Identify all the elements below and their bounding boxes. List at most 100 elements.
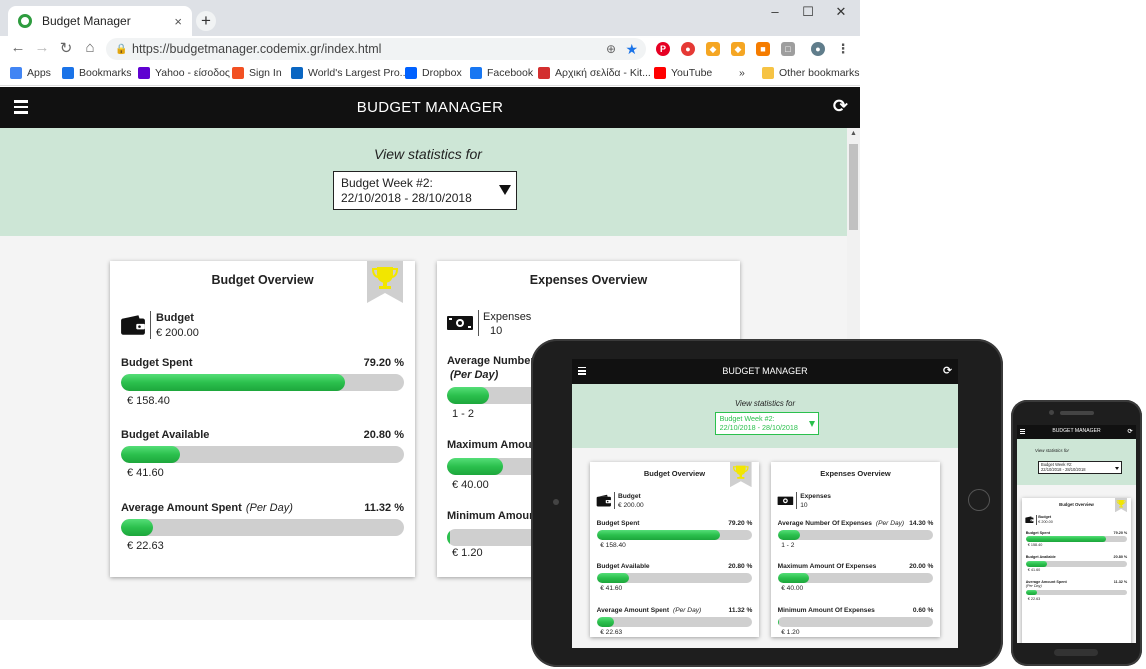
zoom-icon[interactable]: ⊕ bbox=[606, 38, 616, 60]
new-tab-button[interactable]: + bbox=[196, 11, 216, 31]
progress-fill bbox=[1025, 560, 1047, 567]
metric-header: Minimum Amount Of Expenses 0.60 % bbox=[778, 607, 934, 614]
bookmark-item[interactable]: Dropbox bbox=[405, 67, 462, 79]
browser-tab[interactable]: Budget Manager × bbox=[8, 6, 192, 36]
minimize-button[interactable]: – bbox=[765, 4, 785, 19]
refresh-icon[interactable]: ⟳ bbox=[943, 364, 952, 377]
summary: Budget € 200.00 bbox=[120, 311, 199, 341]
progress-fill bbox=[596, 616, 615, 627]
progress-fill bbox=[121, 519, 154, 536]
profile-avatar-icon[interactable]: ● bbox=[811, 42, 825, 56]
app-header: BUDGET MANAGER ⟳ bbox=[1017, 425, 1136, 439]
budget-overview-card: Budget Overview Budget € 200.00 Budget Spen… bbox=[110, 261, 415, 577]
metric-label-text: Budget Spent bbox=[1025, 530, 1051, 535]
metric-value: 1 - 2 bbox=[452, 408, 475, 420]
metric-label: Average Amount Spent (Per Day) bbox=[597, 607, 702, 614]
refresh-icon[interactable]: ⟳ bbox=[833, 96, 848, 117]
bookmark-item[interactable]: World's Largest Pro... bbox=[291, 67, 408, 79]
summary-label: Expenses bbox=[800, 493, 831, 500]
metric-percent: 79.20 % bbox=[363, 357, 404, 369]
progress-bar bbox=[777, 529, 934, 540]
metric-label: Budget Available bbox=[1026, 555, 1056, 559]
stats-label: View statistics for bbox=[374, 146, 482, 162]
bookmark-item[interactable]: Sign In bbox=[232, 67, 282, 79]
other-bookmarks[interactable]: Other bookmarks bbox=[762, 67, 860, 79]
refresh-icon[interactable]: ⟳ bbox=[1127, 428, 1132, 435]
metric-label-partial: Average Number bbox=[447, 355, 535, 367]
trophy-badge bbox=[367, 261, 403, 303]
select-line-1: Budget Week #2: bbox=[341, 176, 433, 190]
tab-close-icon[interactable]: × bbox=[174, 14, 182, 29]
select-line-2: 22/10/2018 - 28/10/2018 bbox=[341, 190, 472, 205]
metric-label-text: Maximum Amount Of Expenses bbox=[777, 562, 877, 570]
scrollbar-thumb[interactable] bbox=[849, 144, 858, 230]
bookmark-label: Dropbox bbox=[422, 67, 462, 79]
bookmark-item[interactable]: Apps bbox=[10, 67, 51, 79]
budget-overview-card: Budget Overview Budget € 200.00 Budget Spen… bbox=[1022, 498, 1131, 643]
scroll-up-arrow-icon[interactable]: ▲ bbox=[850, 130, 857, 137]
metric-value: € 22.63 bbox=[127, 540, 164, 552]
wallet-icon bbox=[121, 315, 145, 335]
back-arrow-icon[interactable]: ← bbox=[8, 39, 28, 56]
metric-label: Maximum Amount Of Expenses bbox=[778, 563, 877, 570]
select-line-2: 22/10/2018 - 28/10/2018 bbox=[719, 422, 798, 432]
metric-row: Budget Spent 79.20 % € 158.40 bbox=[121, 357, 404, 407]
metric-label-partial: Maximum Amoun bbox=[447, 439, 539, 451]
metric-percent: 20.80 % bbox=[363, 429, 404, 441]
close-window-button[interactable]: ✕ bbox=[831, 4, 851, 20]
bookmark-item[interactable]: Bookmarks bbox=[62, 67, 132, 79]
trophy-badge bbox=[1114, 498, 1127, 513]
bookmark-item[interactable]: Yahoo - είσοδος bbox=[138, 67, 230, 79]
adblock-extension-icon[interactable]: ● bbox=[681, 42, 695, 56]
other-bookmarks-label: Other bookmarks bbox=[779, 67, 860, 79]
bookmark-star-icon[interactable]: ★ bbox=[625, 38, 638, 60]
forward-arrow-icon[interactable]: → bbox=[32, 39, 52, 56]
metric-label-text: Budget Available bbox=[1025, 555, 1056, 560]
progress-fill bbox=[777, 572, 809, 583]
metric-percent: 20.80 % bbox=[1113, 555, 1128, 560]
card-title: Expenses Overview bbox=[820, 469, 891, 479]
progress-fill bbox=[777, 529, 800, 540]
budget-week-select[interactable]: Budget Week #2: 22/10/2018 - 28/10/2018 bbox=[715, 411, 819, 435]
progress-bar bbox=[777, 572, 934, 583]
bookmarks-overflow-icon[interactable]: » bbox=[739, 67, 745, 79]
app-title: BUDGET MANAGER bbox=[1052, 428, 1101, 434]
extension-icon-1[interactable]: ◆ bbox=[706, 42, 720, 56]
metric-label-italic: (Per Day) bbox=[875, 519, 905, 527]
metric-row: Budget Available 20.80 % € 41.60 bbox=[596, 562, 753, 592]
trophy-icon bbox=[730, 462, 752, 488]
composite-screenshot: Budget Manager × + – ☐ ✕ ← → ↻ ⌂ 🔒 https… bbox=[0, 0, 1146, 669]
yahoo-icon bbox=[138, 67, 150, 79]
metric-header: Average Amount Spent (Per Day) 11.32 % bbox=[1026, 580, 1128, 588]
metric-value: € 40.00 bbox=[452, 479, 489, 491]
statistics-filter-panel: View statistics for Budget Week #2: 22/10/… bbox=[1017, 438, 1136, 485]
phone-home-button[interactable] bbox=[1054, 649, 1098, 656]
linkedin-icon bbox=[291, 67, 303, 79]
tablet-home-button[interactable] bbox=[968, 489, 990, 511]
summary-icon-box bbox=[120, 311, 151, 339]
budget-week-select[interactable]: Budget Week #2: 22/10/2018 - 28/10/2018 bbox=[1038, 460, 1122, 475]
bookmark-item[interactable]: YouTube bbox=[654, 67, 712, 79]
summary-label: Budget bbox=[617, 493, 641, 500]
extension-icon-4[interactable]: □ bbox=[781, 42, 795, 56]
budget-week-select[interactable]: Budget Week #2: 22/10/2018 - 28/10/2018 bbox=[333, 171, 517, 210]
progress-bar bbox=[121, 374, 404, 391]
metric-value: € 22.63 bbox=[1027, 596, 1041, 601]
address-bar[interactable]: 🔒 https://budgetmanager.codemix.gr/index… bbox=[106, 38, 646, 60]
metric-row: Budget Available 20.80 % € 41.60 bbox=[1025, 555, 1128, 572]
pinterest-extension-icon[interactable]: P bbox=[656, 42, 670, 56]
summary-label: Budget bbox=[156, 312, 194, 324]
extension-icon-2[interactable]: ◆ bbox=[731, 42, 745, 56]
progress-fill bbox=[121, 446, 180, 463]
metric-percent: 11.32 % bbox=[1113, 579, 1128, 584]
bookmark-label: Αρχική σελίδα - Kit... bbox=[555, 67, 651, 79]
extension-icon-3[interactable]: ■ bbox=[756, 42, 770, 56]
bookmark-item[interactable]: Αρχική σελίδα - Kit... bbox=[538, 67, 651, 79]
bookmark-label: Bookmarks bbox=[79, 67, 132, 79]
bookmark-item[interactable]: Facebook bbox=[470, 67, 533, 79]
home-icon[interactable]: ⌂ bbox=[80, 39, 100, 56]
metric-label-text: Budget Available bbox=[596, 562, 650, 570]
menu-kebab-icon[interactable]: ⋮ bbox=[836, 42, 850, 56]
reload-icon[interactable]: ↻ bbox=[56, 39, 76, 57]
maximize-button[interactable]: ☐ bbox=[798, 4, 818, 20]
